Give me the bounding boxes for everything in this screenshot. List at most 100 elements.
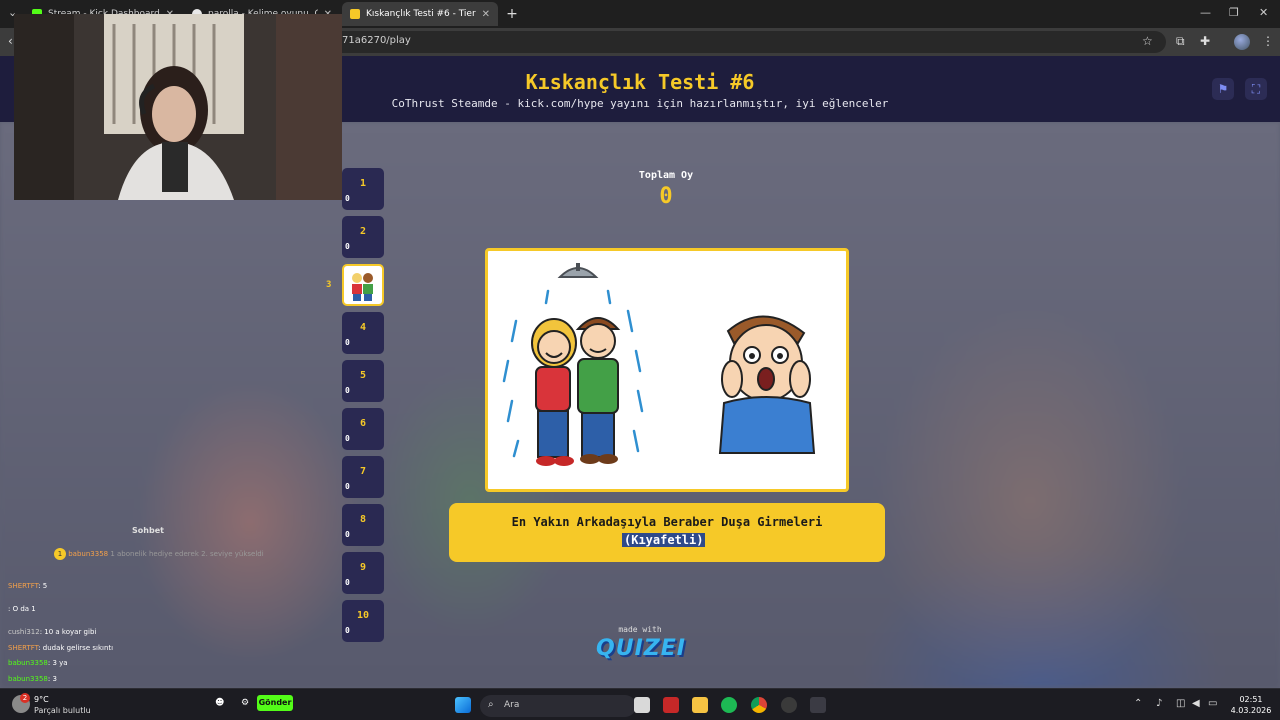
chat-message: SHERTFT: 5 bbox=[8, 582, 48, 590]
search-icon: ⌕ bbox=[488, 699, 494, 710]
weather-temp[interactable]: 9°C bbox=[34, 695, 49, 704]
rank-count: 0 bbox=[345, 482, 350, 491]
fullscreen-icon[interactable]: ⛶ bbox=[1245, 78, 1267, 100]
chat-message: babun3358: 3 ya bbox=[8, 659, 68, 667]
chat-message: babun3358: 3 bbox=[8, 675, 57, 683]
restore-button[interactable]: ❐ bbox=[1229, 6, 1239, 19]
network-icon[interactable]: ◫ bbox=[1176, 698, 1185, 709]
battery-icon[interactable]: ▭ bbox=[1208, 698, 1217, 709]
clock-date: 4.03.2026 bbox=[1230, 706, 1272, 715]
rank-slot-8[interactable]: 8 0 bbox=[342, 504, 384, 546]
chat-top-supporter: 1 babun3358 1 abonelik hediye ederek 2. … bbox=[54, 548, 264, 560]
rank-slot-1[interactable]: 1 0 bbox=[342, 168, 384, 210]
rank-slot-6[interactable]: 6 0 bbox=[342, 408, 384, 450]
file-explorer-icon[interactable] bbox=[692, 697, 708, 713]
spotify-icon[interactable] bbox=[721, 697, 737, 713]
report-flag-icon[interactable]: ⚑ bbox=[1212, 78, 1234, 100]
rank-slot-7[interactable]: 7 0 bbox=[342, 456, 384, 498]
close-tab-icon[interactable]: ✕ bbox=[482, 9, 490, 20]
windows-taskbar: 2 9°C Parçalı bulutlu ☻ ⚙ ⌕ Ara ⌃ ♪ ◫ ◀ … bbox=[0, 688, 1280, 720]
caption-line-1: En Yakın Arkadaşıyla Beraber Duşa Girmel… bbox=[511, 515, 823, 529]
obs-icon[interactable] bbox=[781, 697, 797, 713]
taskbar-search[interactable]: ⌕ Ara bbox=[480, 695, 636, 717]
chat-username[interactable]: babun3358 bbox=[8, 675, 48, 683]
close-window-button[interactable]: ✕ bbox=[1259, 6, 1268, 19]
clock-time: 02:51 bbox=[1239, 695, 1263, 704]
rank-count: 0 bbox=[345, 434, 350, 443]
rank-number: 5 bbox=[359, 370, 367, 381]
url-text: 71a6270/play bbox=[342, 35, 411, 46]
minimize-button[interactable]: — bbox=[1200, 6, 1211, 19]
chat-username[interactable]: cushi312 bbox=[8, 628, 40, 636]
webcam-streamer-image bbox=[14, 14, 342, 200]
rank-slot-2[interactable]: 2 0 bbox=[342, 216, 384, 258]
chat-username[interactable]: SHERTFT bbox=[8, 582, 38, 590]
rank-count: 0 bbox=[345, 338, 350, 347]
chat-text: 5 bbox=[42, 582, 48, 590]
search-label: Ara bbox=[504, 700, 520, 710]
question-image-card bbox=[485, 248, 849, 492]
volume-icon[interactable]: ◀ bbox=[1192, 698, 1200, 709]
rank-number: 4 bbox=[359, 322, 367, 333]
tray-expand-icon[interactable]: ⌃ bbox=[1134, 698, 1142, 709]
supporter-note: 1 abonelik hediye ederek 2. seviye yükse… bbox=[110, 550, 264, 558]
supporter-username: babun3358 bbox=[68, 550, 109, 558]
question-caption: En Yakın Arkadaşıyla Beraber Duşa Girmel… bbox=[449, 503, 885, 562]
chat-username[interactable]: SHERTFT bbox=[8, 644, 38, 652]
rank-number: 2 bbox=[359, 226, 367, 237]
tab-title: Kıskançlık Testi #6 - Tier List, Kı bbox=[366, 9, 476, 19]
task-view-icon[interactable] bbox=[634, 697, 650, 713]
rank-number: 7 bbox=[359, 466, 367, 477]
tab-kiskanclik-testi[interactable]: Kıskançlık Testi #6 - Tier List, Kı ✕ bbox=[342, 2, 498, 26]
rank-count: 0 bbox=[345, 578, 350, 587]
chat-text: 3 bbox=[52, 675, 57, 683]
bookmark-star-icon[interactable]: ☆ bbox=[1142, 34, 1153, 48]
rank-number: 8 bbox=[359, 514, 367, 525]
emoji-icon[interactable]: ☻ bbox=[215, 698, 224, 708]
app-icon[interactable] bbox=[810, 697, 826, 713]
rank-count: 0 bbox=[345, 530, 350, 539]
rank-slot-3-filled[interactable] bbox=[342, 264, 384, 306]
chat-settings-icon[interactable]: ⚙ bbox=[241, 698, 249, 708]
rank-count: 0 bbox=[345, 386, 350, 395]
supporter-rank-badge: 1 bbox=[54, 548, 66, 560]
rank-count: 0 bbox=[345, 242, 350, 251]
rank-number: 10 bbox=[356, 610, 370, 621]
chat-title: Sohbet bbox=[132, 526, 164, 535]
chat-username[interactable]: babun3358 bbox=[8, 659, 48, 667]
shower-couple-thumbnail-icon bbox=[352, 273, 373, 301]
new-tab-button[interactable]: + bbox=[503, 5, 521, 23]
extensions-icon[interactable]: ✚ bbox=[1200, 34, 1210, 48]
microphone-icon[interactable]: ♪ bbox=[1156, 698, 1162, 709]
rank-slot-5[interactable]: 5 0 bbox=[342, 360, 384, 402]
caption-line-2-selected: (Kıyafetli) bbox=[622, 533, 706, 547]
chat-text: dudak gelirse sıkıntı bbox=[42, 644, 114, 652]
back-icon[interactable]: ‹ bbox=[8, 34, 13, 48]
chat-message: : O da 1 bbox=[8, 605, 36, 613]
rank-count: 0 bbox=[345, 626, 350, 635]
menu-icon[interactable]: ⋮ bbox=[1262, 34, 1274, 48]
current-rank-marker: 3 bbox=[326, 280, 332, 290]
quizei-logo[interactable]: QUIZEI bbox=[596, 636, 685, 661]
total-votes-label: Toplam Oy bbox=[638, 170, 694, 181]
total-votes-value: 0 bbox=[659, 184, 673, 209]
rank-slot-4[interactable]: 4 0 bbox=[342, 312, 384, 354]
chrome-icon[interactable] bbox=[751, 697, 767, 713]
weather-text[interactable]: Parçalı bulutlu bbox=[34, 706, 91, 715]
chat-text: 10 a koyar gibi bbox=[44, 628, 97, 636]
chat-text: 3 ya bbox=[52, 659, 68, 667]
profile-avatar[interactable] bbox=[1234, 34, 1250, 50]
rank-slot-9[interactable]: 9 0 bbox=[342, 552, 384, 594]
chat-message: cushi312: 10 a koyar gibi bbox=[8, 628, 97, 636]
system-clock[interactable]: 02:51 4.03.2026 bbox=[1226, 694, 1276, 716]
rank-number: 9 bbox=[359, 562, 367, 573]
rank-number: 1 bbox=[359, 178, 367, 189]
rank-slot-10[interactable]: 10 0 bbox=[342, 600, 384, 642]
chat-send-button[interactable]: Gönder bbox=[257, 695, 293, 711]
pdf-app-icon[interactable] bbox=[663, 697, 679, 713]
windows-start-icon[interactable] bbox=[455, 697, 471, 713]
quizei-favicon-icon bbox=[350, 9, 360, 19]
webcam-overlay bbox=[14, 14, 342, 200]
rank-count: 0 bbox=[345, 194, 350, 203]
translate-icon[interactable]: ⧉ bbox=[1176, 34, 1185, 49]
